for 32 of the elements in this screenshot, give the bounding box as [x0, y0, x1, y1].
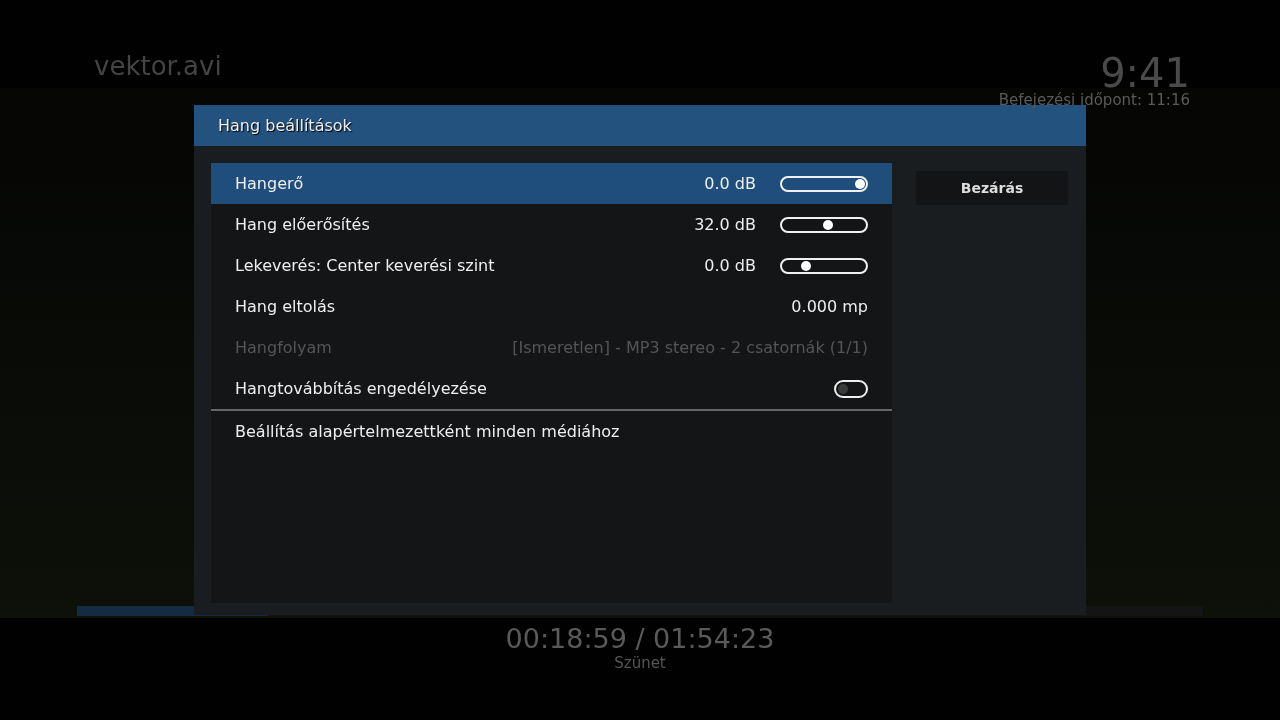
setting-label: Beállítás alapértelmezettként minden médiához: [235, 422, 621, 441]
slider-track[interactable]: [780, 175, 868, 192]
slider-thumb[interactable]: [855, 178, 865, 189]
setting-value: 32.0 dB: [694, 215, 756, 234]
clock: 9:41: [1100, 54, 1190, 92]
close-button[interactable]: Bezárás: [916, 171, 1068, 205]
toggle-switch[interactable]: [834, 379, 868, 398]
slider-track[interactable]: [780, 257, 868, 274]
slider-track[interactable]: [780, 216, 868, 233]
setting-label: Hang eltolás: [235, 297, 337, 316]
setting-label: Lekeverés: Center keverési szint: [235, 256, 496, 275]
setting-row[interactable]: Hang eltolás 0.000 mp: [211, 286, 892, 327]
setting-row[interactable]: Lekeverés: Center keverési szint 0.0 dB: [211, 245, 892, 286]
setting-label: Hangfolyam: [235, 338, 333, 357]
setting-row[interactable]: Hangerő 0.0 dB: [211, 163, 892, 204]
setting-label: Hangerő: [235, 174, 305, 193]
setting-value: 0.0 dB: [704, 256, 756, 275]
setting-value: [Ismeretlen] - MP3 stereo - 2 csatornák (1/1): [512, 338, 868, 357]
dialog-title: Hang beállítások: [218, 116, 352, 135]
playback-time: 00:18:59 / 01:54:23: [505, 624, 775, 654]
slider-thumb[interactable]: [801, 260, 811, 271]
playback-status: Szünet: [614, 654, 666, 672]
setting-row[interactable]: Hangtovábbítás engedélyezése: [211, 368, 892, 409]
end-time: Befejezési időpont: 11:16: [998, 92, 1190, 108]
setting-value: 0.000 mp: [791, 297, 868, 316]
setting-row[interactable]: Hang előerősítés 32.0 dB: [211, 204, 892, 245]
slider-thumb[interactable]: [822, 219, 833, 230]
setting-label: Hang előerősítés: [235, 215, 371, 234]
file-title: vektor.avi: [94, 50, 222, 82]
setting-label: Hangtovábbítás engedélyezése: [235, 379, 488, 398]
setting-row[interactable]: Beállítás alapértelmezettként minden médiához: [211, 409, 892, 452]
setting-value: 0.0 dB: [704, 174, 756, 193]
